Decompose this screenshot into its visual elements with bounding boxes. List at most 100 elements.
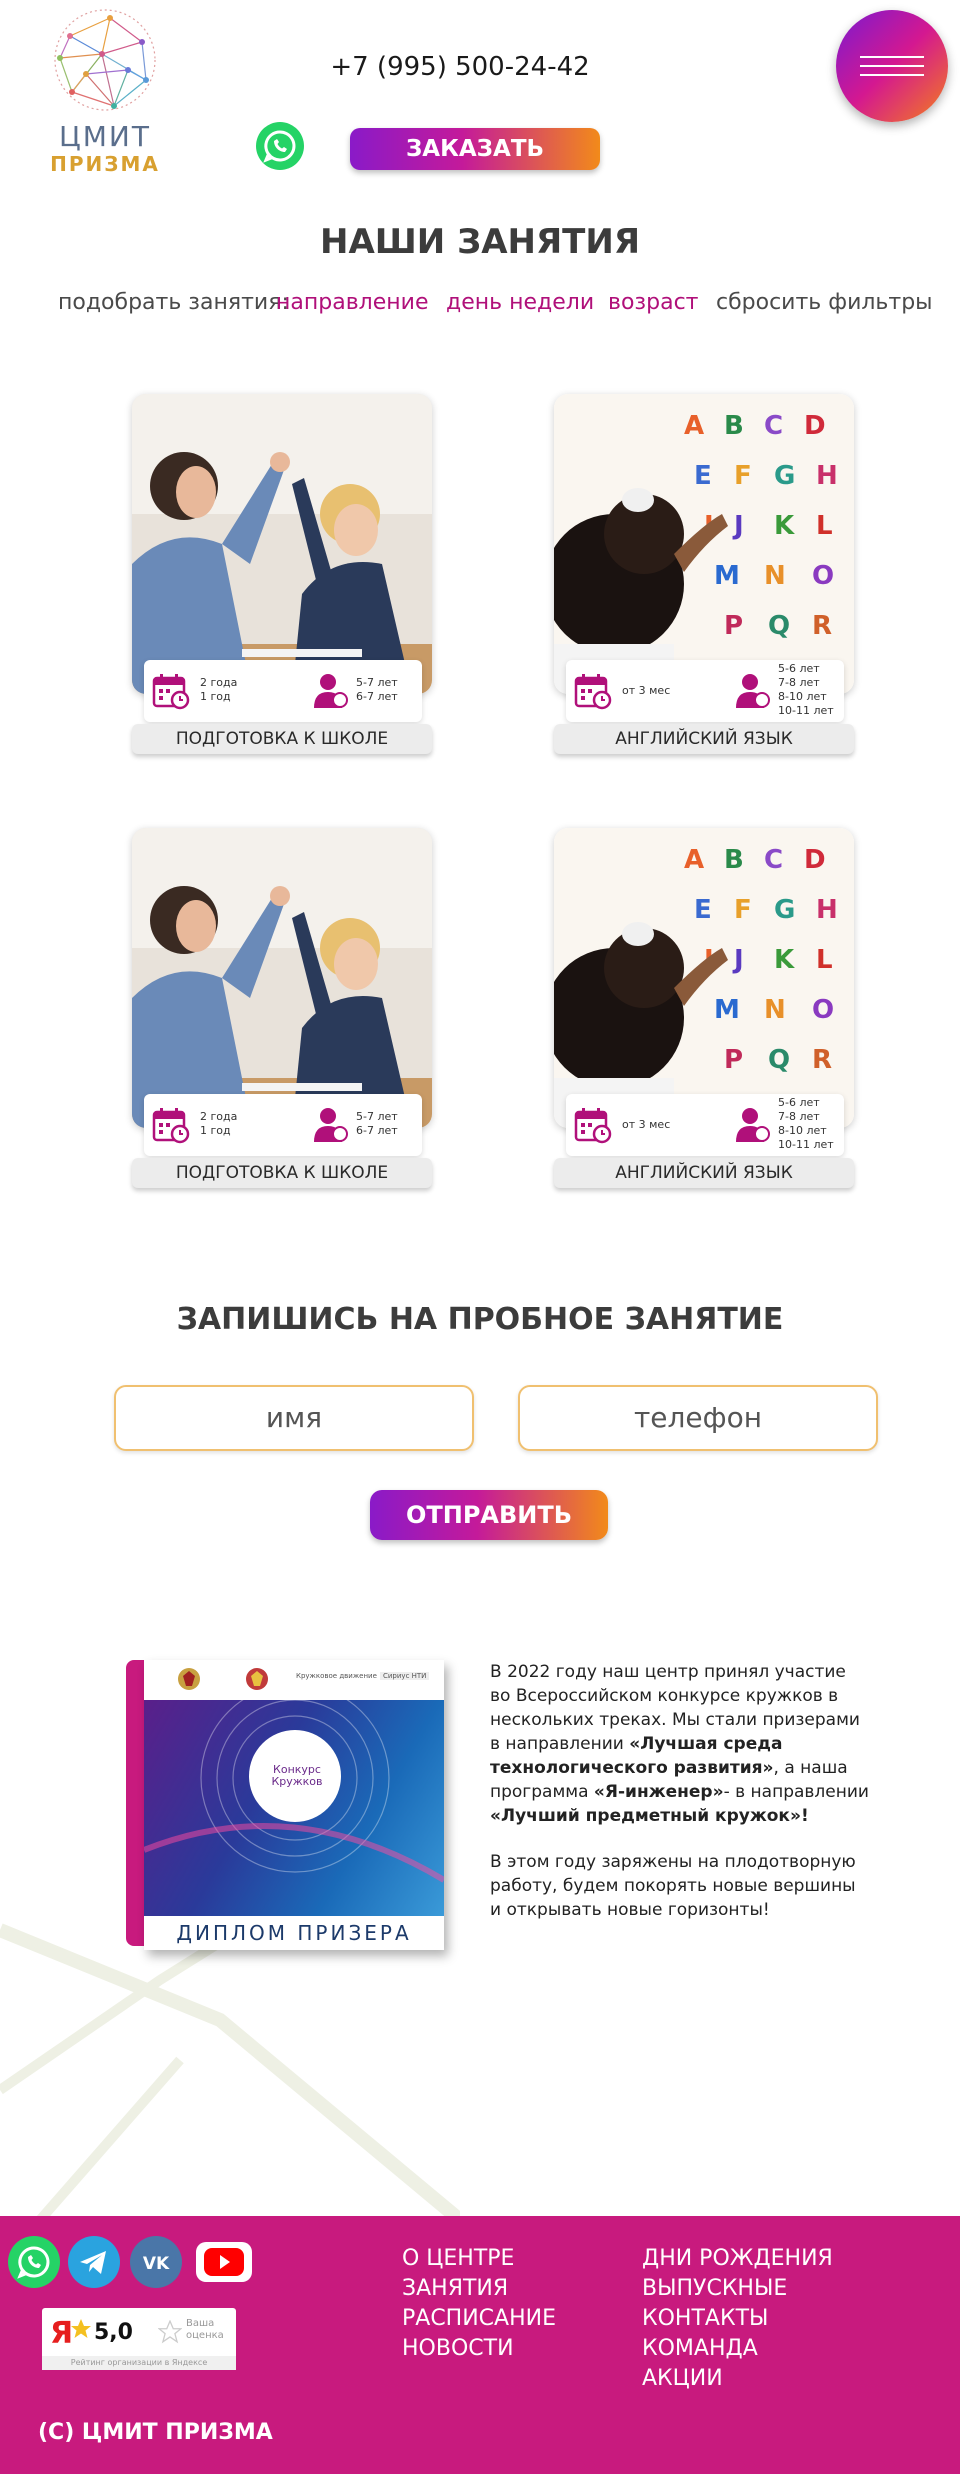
vk-label: VK <box>143 2254 170 2274</box>
person-icon <box>314 1108 348 1142</box>
footer-link-contacts[interactable]: КОНТАКТЫ <box>642 2304 833 2334</box>
diploma-spine <box>126 1660 146 1946</box>
duration-line: от 3 мес <box>622 684 671 697</box>
name-field[interactable]: имя <box>114 1385 474 1451</box>
class-title[interactable]: АНГЛИЙСКИЙ ЯЗЫК <box>554 1158 854 1188</box>
footer-link-schedule[interactable]: РАСПИСАНИЕ <box>402 2304 556 2334</box>
diploma-page: Кружковое движение Сириус НТИ Конкурс Кр… <box>144 1660 444 1950</box>
class-card[interactable]: 2 года 1 год 5-7 лет 6-7 лет ПОДГОТОВКА … <box>132 394 432 760</box>
class-info: 2 года 1 год 5-7 лет 6-7 лет <box>144 1094 422 1156</box>
footer-link-birthdays[interactable]: ДНИ РОЖДЕНИЯ <box>642 2244 833 2274</box>
yandex-note: Ваша оценка <box>186 2318 224 2341</box>
yandex-rating-widget[interactable]: Я 5,0 Ваша оценка Рейтинг организации в … <box>42 2308 236 2370</box>
footer-nav-left: О ЦЕНТРЕ ЗАНЯТИЯ РАСПИСАНИЕ НОВОСТИ <box>402 2244 556 2364</box>
calendar-icon <box>152 674 190 710</box>
class-title[interactable]: АНГЛИЙСКИЙ ЯЗЫК <box>554 724 854 754</box>
svg-text:E: E <box>694 461 712 491</box>
footer-nav-right: ДНИ РОЖДЕНИЯ ВЫПУСКНЫЕ КОНТАКТЫ КОМАНДА … <box>642 2244 833 2394</box>
diploma-logo-text: Кружковое движение <box>296 1672 377 1680</box>
emblem-icon <box>246 1668 268 1690</box>
diploma-description: В 2022 году наш центр принял участие во … <box>490 1660 870 1944</box>
class-photo-school <box>132 394 432 694</box>
svg-text:J: J <box>732 511 744 541</box>
duration-line: 1 год <box>200 690 231 703</box>
description-paragraph: В этом году заряжены на плодотворную раб… <box>490 1852 856 1920</box>
class-photo-english: ABCD EFGH IJKL MNO PQR STU <box>554 828 854 1128</box>
filter-weekday[interactable]: день недели <box>446 290 594 315</box>
diploma-logo-text: Сириус НТИ <box>380 1672 430 1680</box>
phone-field[interactable]: телефон <box>518 1385 878 1451</box>
star-icon <box>71 2319 91 2338</box>
svg-text:E: E <box>694 895 712 925</box>
footer-link-about[interactable]: О ЦЕНТРЕ <box>402 2244 556 2274</box>
calendar-icon <box>574 674 612 710</box>
diploma-logos: Кружковое движение Сириус НТИ <box>144 1660 444 1700</box>
svg-text:J: J <box>732 945 744 975</box>
whatsapp-icon[interactable] <box>8 2236 60 2288</box>
class-title[interactable]: ПОДГОТОВКА К ШКОЛЕ <box>132 1158 432 1188</box>
age-line: 5-7 лет <box>356 1110 398 1123</box>
class-duration: от 3 мес <box>622 684 670 698</box>
telegram-icon[interactable] <box>68 2236 120 2288</box>
class-photo-english: ABCD EFGH IJKL MNO PQR STU <box>554 394 854 694</box>
svg-text:G: G <box>774 461 795 491</box>
svg-text:H: H <box>816 895 838 925</box>
logo-sphere-icon <box>54 9 156 111</box>
class-duration: 2 года 1 год <box>200 1110 237 1138</box>
svg-text:C: C <box>764 845 783 875</box>
svg-text:F: F <box>734 461 752 491</box>
svg-text:G: G <box>774 895 795 925</box>
age-line: 5-7 лет <box>356 676 398 689</box>
svg-text:A: A <box>684 845 704 875</box>
star-outline-icon <box>158 2320 182 2344</box>
class-card[interactable]: ABCD EFGH IJKL MNO PQR STU от 3 мес <box>554 828 854 1194</box>
age-line: 7-8 лет <box>778 676 820 689</box>
svg-text:R: R <box>812 1045 832 1075</box>
filter-reset[interactable]: сбросить фильтры <box>716 290 933 315</box>
class-card[interactable]: ABCD EFGH IJKL MNO PQR STU от 3 мес <box>554 394 854 760</box>
footer-link-team[interactable]: КОМАНДА <box>642 2334 833 2364</box>
svg-text:H: H <box>816 461 838 491</box>
svg-text:D: D <box>804 411 826 441</box>
logo-name: ЦМИТ <box>59 120 151 153</box>
youtube-icon[interactable] <box>196 2242 252 2282</box>
svg-text:C: C <box>764 411 783 441</box>
svg-text:N: N <box>764 995 786 1025</box>
svg-text:L: L <box>816 945 833 975</box>
filter-age[interactable]: возраст <box>608 290 698 315</box>
order-call-button[interactable]: ЗАКАЗАТЬ ЗВОНОК <box>350 128 600 204</box>
svg-text:F: F <box>734 895 752 925</box>
svg-text:B: B <box>724 411 744 441</box>
age-line: 5-6 лет <box>778 1096 820 1109</box>
whatsapp-icon[interactable] <box>256 122 304 170</box>
svg-text:K: K <box>774 511 795 541</box>
phone-number[interactable]: +7 (995) 500-24-42 <box>330 52 590 82</box>
class-title[interactable]: ПОДГОТОВКА К ШКОЛЕ <box>132 724 432 754</box>
age-line: 6-7 лет <box>356 1124 398 1137</box>
trial-form-title: ЗАПИШИСЬ НА ПРОБНОЕ ЗАНЯТИЕ <box>176 1302 784 1337</box>
class-info: 2 года 1 год 5-7 лет 6-7 лет <box>144 660 422 722</box>
class-card[interactable]: 2 года 1 год 5-7 лет 6-7 лет ПОДГОТОВКА … <box>132 828 432 1194</box>
footer-link-news[interactable]: НОВОСТИ <box>402 2334 556 2364</box>
class-ages: 5-7 лет 6-7 лет <box>356 1110 398 1138</box>
class-photo-school <box>132 828 432 1128</box>
submit-button[interactable]: ОТПРАВИТЬ <box>370 1490 608 1540</box>
footer-link-classes[interactable]: ЗАНЯТИЯ <box>402 2274 556 2304</box>
yandex-rating-value: 5,0 <box>94 2320 133 2345</box>
logo[interactable]: ЦМИТ ПРИЗМА <box>50 6 160 176</box>
svg-text:M: M <box>714 995 740 1025</box>
svg-text:M: M <box>714 561 740 591</box>
duration-line: 2 года <box>200 676 238 689</box>
text: - в направлении <box>723 1782 869 1802</box>
vk-icon[interactable]: VK <box>130 2236 182 2288</box>
filter-direction[interactable]: направление <box>276 290 428 315</box>
filter-bar: подобрать занятия: направление день неде… <box>0 290 960 320</box>
svg-text:P: P <box>724 611 743 641</box>
footer-link-promos[interactable]: АКЦИИ <box>642 2364 833 2394</box>
person-icon <box>314 674 348 708</box>
class-ages: 5-7 лет 6-7 лет <box>356 676 398 704</box>
diploma-band: ДИПЛОМ ПРИЗЕРА <box>144 1916 444 1950</box>
svg-text:K: K <box>774 945 795 975</box>
footer-link-graduations[interactable]: ВЫПУСКНЫЕ <box>642 2274 833 2304</box>
menu-button[interactable] <box>836 10 948 122</box>
